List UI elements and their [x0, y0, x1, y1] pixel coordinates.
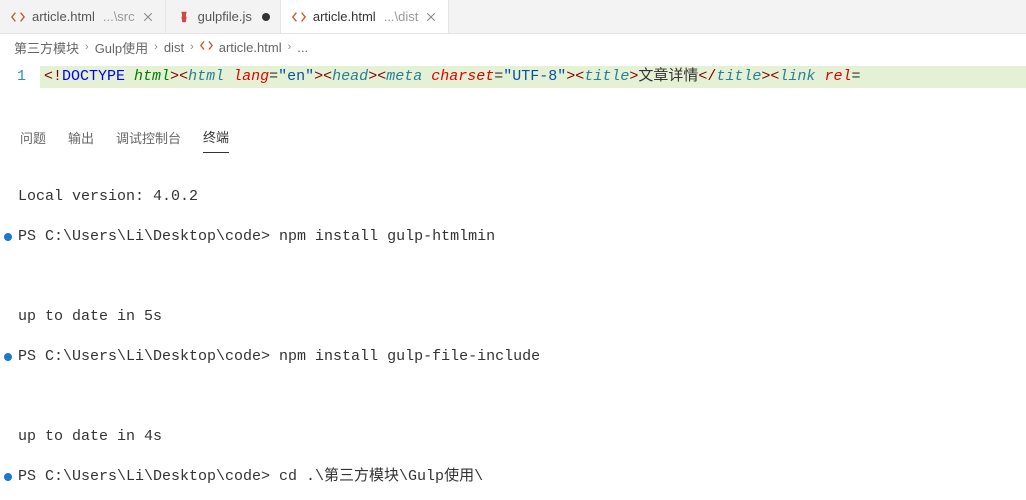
tab-gulpfile[interactable]: gulpfile.js: [166, 0, 281, 33]
editor-tabs: article.html ...\src gulpfile.js article…: [0, 0, 1026, 34]
bullet-icon: [4, 473, 12, 481]
gulp-icon: [176, 9, 192, 25]
tab-label: gulpfile.js: [198, 9, 252, 24]
panel-tab-debug[interactable]: 调试控制台: [116, 128, 181, 153]
tab-label: article.html: [313, 9, 376, 24]
cmd: npm install gulp-file-include: [270, 347, 540, 367]
breadcrumb-part[interactable]: dist: [164, 40, 184, 55]
panel-tab-output[interactable]: 输出: [68, 128, 94, 153]
prompt: PS C:\Users\Li\Desktop\code>: [18, 347, 270, 367]
editor-area[interactable]: 1 <!DOCTYPE html><html lang="en"><head><…: [0, 60, 1026, 95]
close-icon[interactable]: [424, 10, 438, 24]
chevron-right-icon: ›: [85, 41, 89, 53]
dirty-indicator-icon: [262, 13, 270, 21]
terminal-text: up to date in 4s: [18, 427, 162, 447]
breadcrumb-file[interactable]: article.html: [219, 40, 282, 55]
chevron-right-icon: ›: [190, 41, 194, 53]
breadcrumb-part[interactable]: 第三方模块: [14, 38, 79, 57]
breadcrumb: 第三方模块 › Gulp使用 › dist › article.html › .…: [0, 34, 1026, 60]
line-number: 1: [0, 66, 40, 88]
terminal-text: up to date in 5s: [18, 307, 162, 327]
html-icon: [200, 39, 213, 55]
panel-tab-terminal[interactable]: 终端: [203, 127, 229, 153]
tab-article-dist[interactable]: article.html ...\dist: [281, 0, 450, 33]
tab-subpath: ...\dist: [384, 9, 419, 24]
editor-panel-separator: [0, 95, 1026, 121]
bullet-icon: [4, 353, 12, 361]
close-icon[interactable]: [141, 10, 155, 24]
tab-subpath: ...\src: [103, 9, 135, 24]
html-icon: [10, 9, 26, 25]
panel-tabs: 问题 输出 调试控制台 终端: [0, 121, 1026, 153]
terminal[interactable]: Local version: 4.0.2 PS C:\Users\Li\Desk…: [0, 153, 1026, 500]
bullet-icon: [4, 233, 12, 241]
prompt: PS C:\Users\Li\Desktop\code>: [18, 227, 270, 247]
code-line[interactable]: <!DOCTYPE html><html lang="en"><head><me…: [40, 66, 1026, 88]
chevron-right-icon: ›: [288, 41, 292, 53]
panel-tab-problems[interactable]: 问题: [20, 128, 46, 153]
terminal-text: Local version: 4.0.2: [18, 187, 198, 207]
cmd: npm install gulp-htmlmin: [270, 227, 495, 247]
breadcrumb-tail[interactable]: ...: [297, 40, 308, 55]
cmd: cd .\第三方模块\Gulp使用\: [270, 467, 483, 487]
tab-article-src[interactable]: article.html ...\src: [0, 0, 166, 33]
breadcrumb-part[interactable]: Gulp使用: [95, 38, 148, 57]
prompt: PS C:\Users\Li\Desktop\code>: [18, 467, 270, 487]
html-icon: [291, 9, 307, 25]
chevron-right-icon: ›: [154, 41, 158, 53]
tab-label: article.html: [32, 9, 95, 24]
